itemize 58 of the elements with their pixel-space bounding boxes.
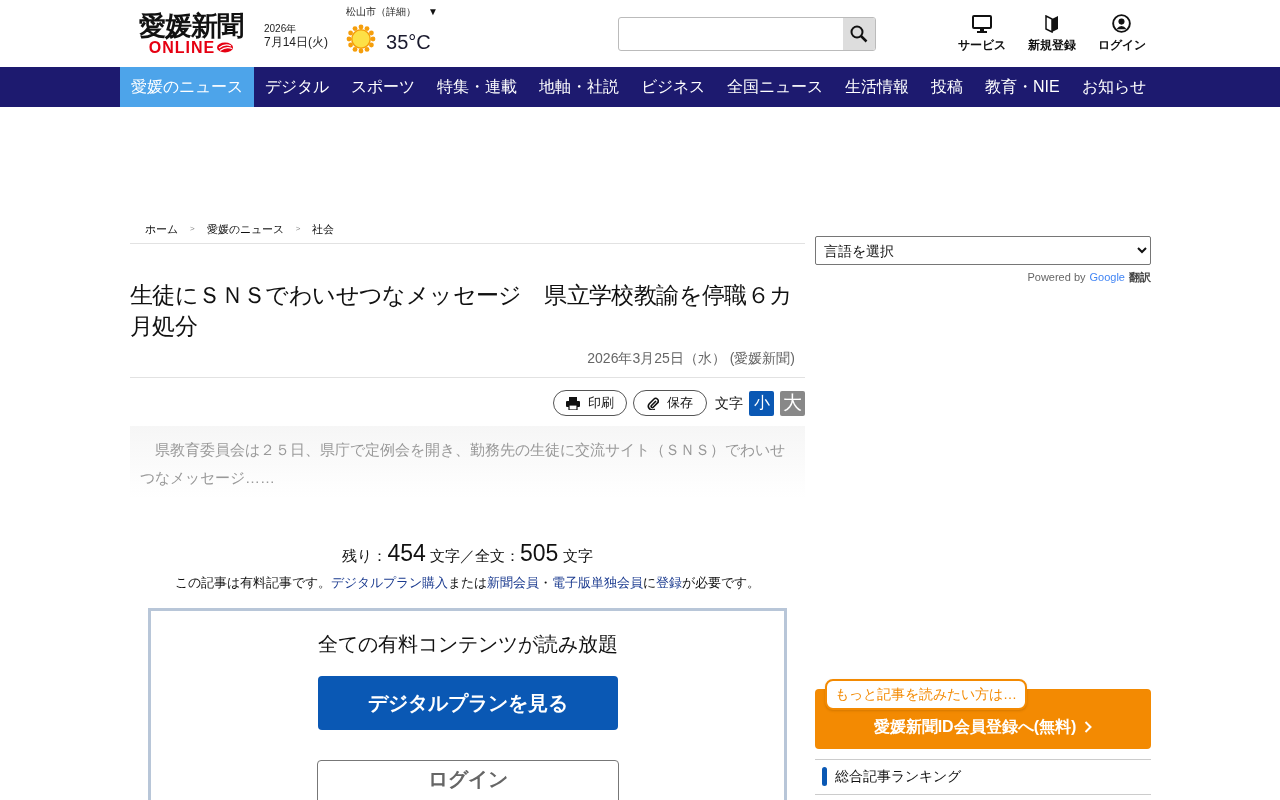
ranking-marker-icon — [822, 767, 827, 786]
digital-plan-button[interactable]: デジタルプランを見る — [317, 676, 618, 730]
nav-tab[interactable]: 地軸・社説 — [528, 67, 630, 107]
article-title: 生徒にＳＮＳでわいせつなメッセージ 県立学校教諭を停職６カ月処分 — [130, 281, 794, 341]
breadcrumb-link[interactable]: 社会 — [312, 220, 335, 238]
chevron-right-icon — [1084, 720, 1093, 733]
translate-link[interactable]: 翻訳 — [1129, 269, 1151, 286]
temperature: 35°C — [386, 30, 431, 55]
search-field[interactable] — [617, 16, 876, 51]
logo-swoosh-icon — [217, 42, 234, 53]
nav-tab[interactable]: 生活情報 — [834, 67, 920, 107]
powered-by-text: Powered by — [1027, 270, 1086, 285]
search-icon — [849, 24, 868, 43]
nav-tab[interactable]: 教育・NIE — [974, 67, 1071, 107]
notice-link[interactable]: 電子版単独会員 — [552, 574, 643, 590]
nav-tab[interactable]: ビジネス — [630, 67, 716, 107]
nav-tab[interactable]: 特集・連載 — [426, 67, 528, 107]
breadcrumb-separator: > — [295, 223, 301, 235]
date-year: 2026年 — [264, 22, 298, 35]
header-link[interactable]: ログイン — [1093, 13, 1150, 54]
remaining-count: 残り：454 文字／全文：505 文字 — [341, 539, 594, 568]
search-button[interactable] — [842, 17, 875, 50]
nav-tab[interactable]: スポーツ — [340, 67, 426, 107]
sun-icon — [346, 24, 376, 54]
header-link[interactable]: サービス — [953, 13, 1010, 54]
nav-tab[interactable]: 全国ニュース — [716, 67, 834, 107]
breadcrumb-link[interactable]: ホーム — [145, 220, 178, 238]
ranking-title: 総合記事ランキング — [835, 767, 961, 786]
language-select[interactable]: 言語を選択 — [815, 236, 1151, 265]
breadcrumb-separator: > — [190, 223, 195, 235]
logo-subtitle: ONLINE — [148, 39, 216, 56]
promo-tooltip: もっと記事を読みたい方は… — [825, 678, 1027, 710]
article-lead: 県教育委員会は２５日、県庁で定例会を開き、勤務先の生徒に交流サイト（ＳＮＳ）でわいせつなメッセージ…… — [140, 440, 786, 488]
header-link[interactable]: 新規登録 — [1023, 13, 1080, 54]
printer-icon — [566, 396, 580, 410]
user-icon — [1112, 14, 1132, 33]
breadcrumb-link[interactable]: 愛媛のニュース — [206, 220, 284, 238]
logo-title: 愛媛新聞 — [139, 11, 243, 40]
date-day: 7月14日(火) — [264, 34, 328, 49]
nav-tab[interactable]: デジタル — [254, 67, 340, 107]
notice-link[interactable]: 登録 — [656, 574, 682, 590]
weather-caret[interactable]: ▼ — [428, 4, 438, 19]
nav-tab[interactable]: お知らせ — [1070, 67, 1157, 107]
weather-city-link[interactable]: 松山市（詳細） — [346, 4, 416, 19]
font-size-label: 文字 — [715, 393, 743, 413]
paywall-box-title: 全ての有料コンテンツが読み放題 — [317, 632, 618, 657]
paywall-notice: この記事は有料記事です。デジタルプラン購入 または新聞会員・電子版単独会員に登録が必要です。 — [174, 573, 761, 592]
book-icon — [1044, 15, 1059, 33]
notice-link[interactable]: デジタルプラン購入 — [331, 574, 448, 590]
font-size-button[interactable]: 大 — [780, 390, 805, 416]
nav-tab[interactable]: 投稿 — [920, 67, 974, 107]
paperclip-icon — [647, 396, 659, 410]
login-button[interactable]: ログイン — [316, 760, 619, 800]
article-dateline: 2026年3月25日（水） (愛媛新聞) — [587, 349, 795, 368]
notice-link[interactable]: 新聞会員 — [487, 574, 539, 590]
font-size-button[interactable]: 小 — [749, 390, 774, 416]
monitor-icon — [971, 15, 992, 33]
google-logo: Google — [1089, 270, 1125, 285]
